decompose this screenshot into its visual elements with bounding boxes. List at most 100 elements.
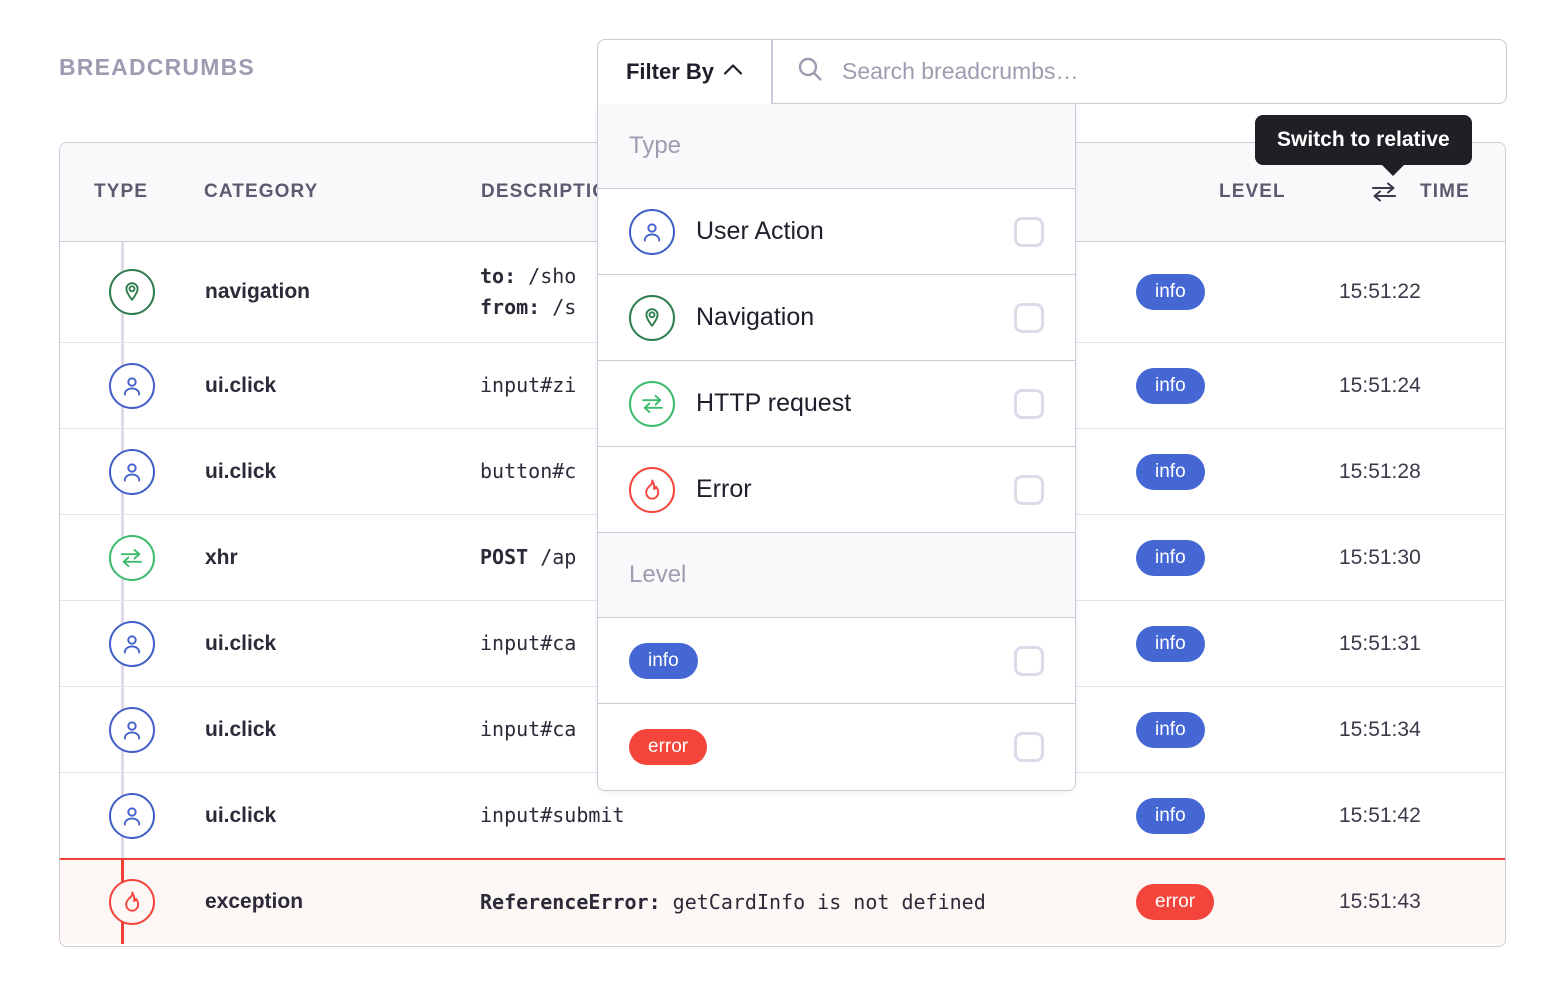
- row-timestamp: 15:51:34: [1339, 718, 1421, 742]
- row-type-cell: [60, 515, 203, 600]
- status-badge: info: [1136, 454, 1205, 490]
- filter-dropdown-panel: Type User Action Navigation HTTP request Err…: [597, 103, 1076, 791]
- row-time-cell: 15:51:30: [1319, 515, 1505, 600]
- row-level-cell: info: [1118, 343, 1319, 428]
- row-timestamp: 15:51:30: [1339, 546, 1421, 570]
- status-badge: info: [1136, 626, 1205, 662]
- row-level-cell: info: [1118, 601, 1319, 686]
- user-action-icon: [109, 793, 155, 839]
- row-type-cell: [60, 860, 203, 944]
- row-type-cell: [60, 343, 203, 428]
- row-time-cell: 15:51:22: [1319, 242, 1505, 342]
- row-category-label: ui.click: [205, 804, 276, 828]
- column-header-category: CATEGORY: [204, 181, 318, 203]
- dropdown-section-type: Type: [598, 104, 1075, 189]
- row-category-cell: ui.click: [203, 343, 480, 428]
- row-timestamp: 15:51:28: [1339, 460, 1421, 484]
- column-header-level: LEVEL: [1219, 181, 1286, 203]
- row-category-cell: ui.click: [203, 601, 480, 686]
- row-time-cell: 15:51:24: [1319, 343, 1505, 428]
- status-badge: info: [1136, 712, 1205, 748]
- level-badge: error: [629, 729, 707, 765]
- row-level-cell: error: [1118, 860, 1319, 944]
- filter-level-info[interactable]: info: [598, 618, 1075, 704]
- filter-option-label: Error: [696, 475, 1014, 504]
- user-action-icon: [109, 707, 155, 753]
- row-time-cell: 15:51:31: [1319, 601, 1505, 686]
- row-category-cell: ui.click: [203, 687, 480, 772]
- filter-option-checkbox[interactable]: [1014, 475, 1044, 505]
- column-header-type: TYPE: [94, 181, 148, 203]
- row-description-cell: ReferenceError: getCardInfo is not defin…: [480, 860, 1118, 944]
- row-category-label: ui.click: [205, 718, 276, 742]
- row-type-cell: [60, 687, 203, 772]
- filter-option-checkbox[interactable]: [1014, 217, 1044, 247]
- row-time-cell: 15:51:28: [1319, 429, 1505, 514]
- filter-level-error[interactable]: error: [598, 704, 1075, 790]
- row-category-label: navigation: [205, 280, 310, 304]
- row-type-cell: [60, 601, 203, 686]
- filter-option-checkbox[interactable]: [1014, 303, 1044, 333]
- filter-option-nav[interactable]: Navigation: [598, 275, 1075, 361]
- filter-by-button[interactable]: Filter By: [597, 39, 772, 104]
- filter-by-label: Filter By: [626, 59, 714, 85]
- row-level-cell: info: [1118, 515, 1319, 600]
- row-time-cell: 15:51:43: [1319, 860, 1505, 944]
- http-request-icon: [109, 535, 155, 581]
- user-action-icon: [629, 209, 675, 255]
- filter-option-http[interactable]: HTTP request: [598, 361, 1075, 447]
- row-category-cell: navigation: [203, 242, 480, 342]
- row-level-cell: info: [1118, 687, 1319, 772]
- row-category-label: exception: [205, 890, 303, 914]
- row-category-cell: xhr: [203, 515, 480, 600]
- row-category-cell: ui.click: [203, 773, 480, 858]
- row-timestamp: 15:51:22: [1339, 280, 1421, 304]
- search-input[interactable]: [840, 57, 1480, 86]
- row-category-label: xhr: [205, 546, 238, 570]
- row-level-cell: info: [1118, 773, 1319, 858]
- status-badge: info: [1136, 540, 1205, 576]
- status-badge: info: [1136, 274, 1205, 310]
- row-time-cell: 15:51:42: [1319, 773, 1505, 858]
- filter-option-label: HTTP request: [696, 389, 1014, 418]
- swap-arrows-icon[interactable]: [1370, 179, 1398, 205]
- status-badge: error: [1136, 884, 1214, 920]
- table-row[interactable]: exception ReferenceError: getCardInfo is …: [60, 858, 1505, 944]
- location-pin-icon: [629, 295, 675, 341]
- filter-level-checkbox[interactable]: [1014, 732, 1044, 762]
- row-category-label: ui.click: [205, 632, 276, 656]
- row-category-cell: exception: [203, 860, 480, 944]
- row-category-label: ui.click: [205, 374, 276, 398]
- level-badge: info: [629, 643, 698, 679]
- user-action-icon: [109, 621, 155, 667]
- column-header-time: TIME: [1420, 181, 1470, 203]
- dropdown-section-level: Level: [598, 533, 1075, 618]
- row-category-cell: ui.click: [203, 429, 480, 514]
- filter-option-user[interactable]: User Action: [598, 189, 1075, 275]
- filter-option-label: User Action: [696, 217, 1014, 246]
- user-action-icon: [109, 363, 155, 409]
- filter-level-checkbox[interactable]: [1014, 646, 1044, 676]
- row-level-cell: info: [1118, 242, 1319, 342]
- row-timestamp: 15:51:31: [1339, 632, 1421, 656]
- user-action-icon: [109, 449, 155, 495]
- row-category-label: ui.click: [205, 460, 276, 484]
- row-type-cell: [60, 773, 203, 858]
- filter-option-label: Navigation: [696, 303, 1014, 332]
- breadcrumbs-panel: BREADCRUMBS TYPE CATEGORY DESCRIPTION LE…: [0, 0, 1565, 994]
- filter-option-error[interactable]: Error: [598, 447, 1075, 533]
- flame-error-icon: [109, 879, 155, 925]
- row-type-cell: [60, 242, 203, 342]
- row-timestamp: 15:51:43: [1339, 890, 1421, 914]
- flame-error-icon: [629, 467, 675, 513]
- row-type-cell: [60, 429, 203, 514]
- location-pin-icon: [109, 269, 155, 315]
- status-badge: info: [1136, 798, 1205, 834]
- row-timestamp: 15:51:24: [1339, 374, 1421, 398]
- filter-option-checkbox[interactable]: [1014, 389, 1044, 419]
- page-title: BREADCRUMBS: [59, 54, 255, 81]
- row-level-cell: info: [1118, 429, 1319, 514]
- row-time-cell: 15:51:34: [1319, 687, 1505, 772]
- row-timestamp: 15:51:42: [1339, 804, 1421, 828]
- http-request-icon: [629, 381, 675, 427]
